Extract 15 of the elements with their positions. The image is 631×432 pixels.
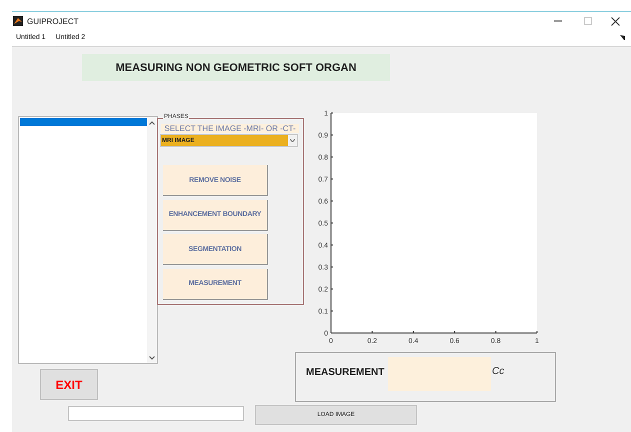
dock-arrow-icon[interactable] (620, 35, 625, 40)
list-box[interactable] (18, 116, 158, 364)
measurement-label: MEASUREMENT (306, 367, 384, 378)
path-field[interactable] (68, 406, 244, 421)
app-logo-icon (13, 16, 23, 26)
dropdown-caret-icon (290, 139, 295, 142)
close-icon[interactable] (610, 16, 620, 26)
exit-button[interactable]: EXIT (40, 369, 98, 400)
unit-label: Cc (492, 366, 504, 377)
scroll-up-icon[interactable] (149, 121, 155, 125)
window-title: GUIPROJECT (27, 16, 79, 26)
scroll-down-icon[interactable] (149, 356, 155, 360)
select-prompt: SELECT THE IMAGE -MRI- OR -CT- (161, 124, 299, 133)
heading-label: MEASURING NON GEOMETRIC SOFT ORGAN (82, 54, 390, 81)
minimize-icon[interactable] (554, 20, 562, 22)
